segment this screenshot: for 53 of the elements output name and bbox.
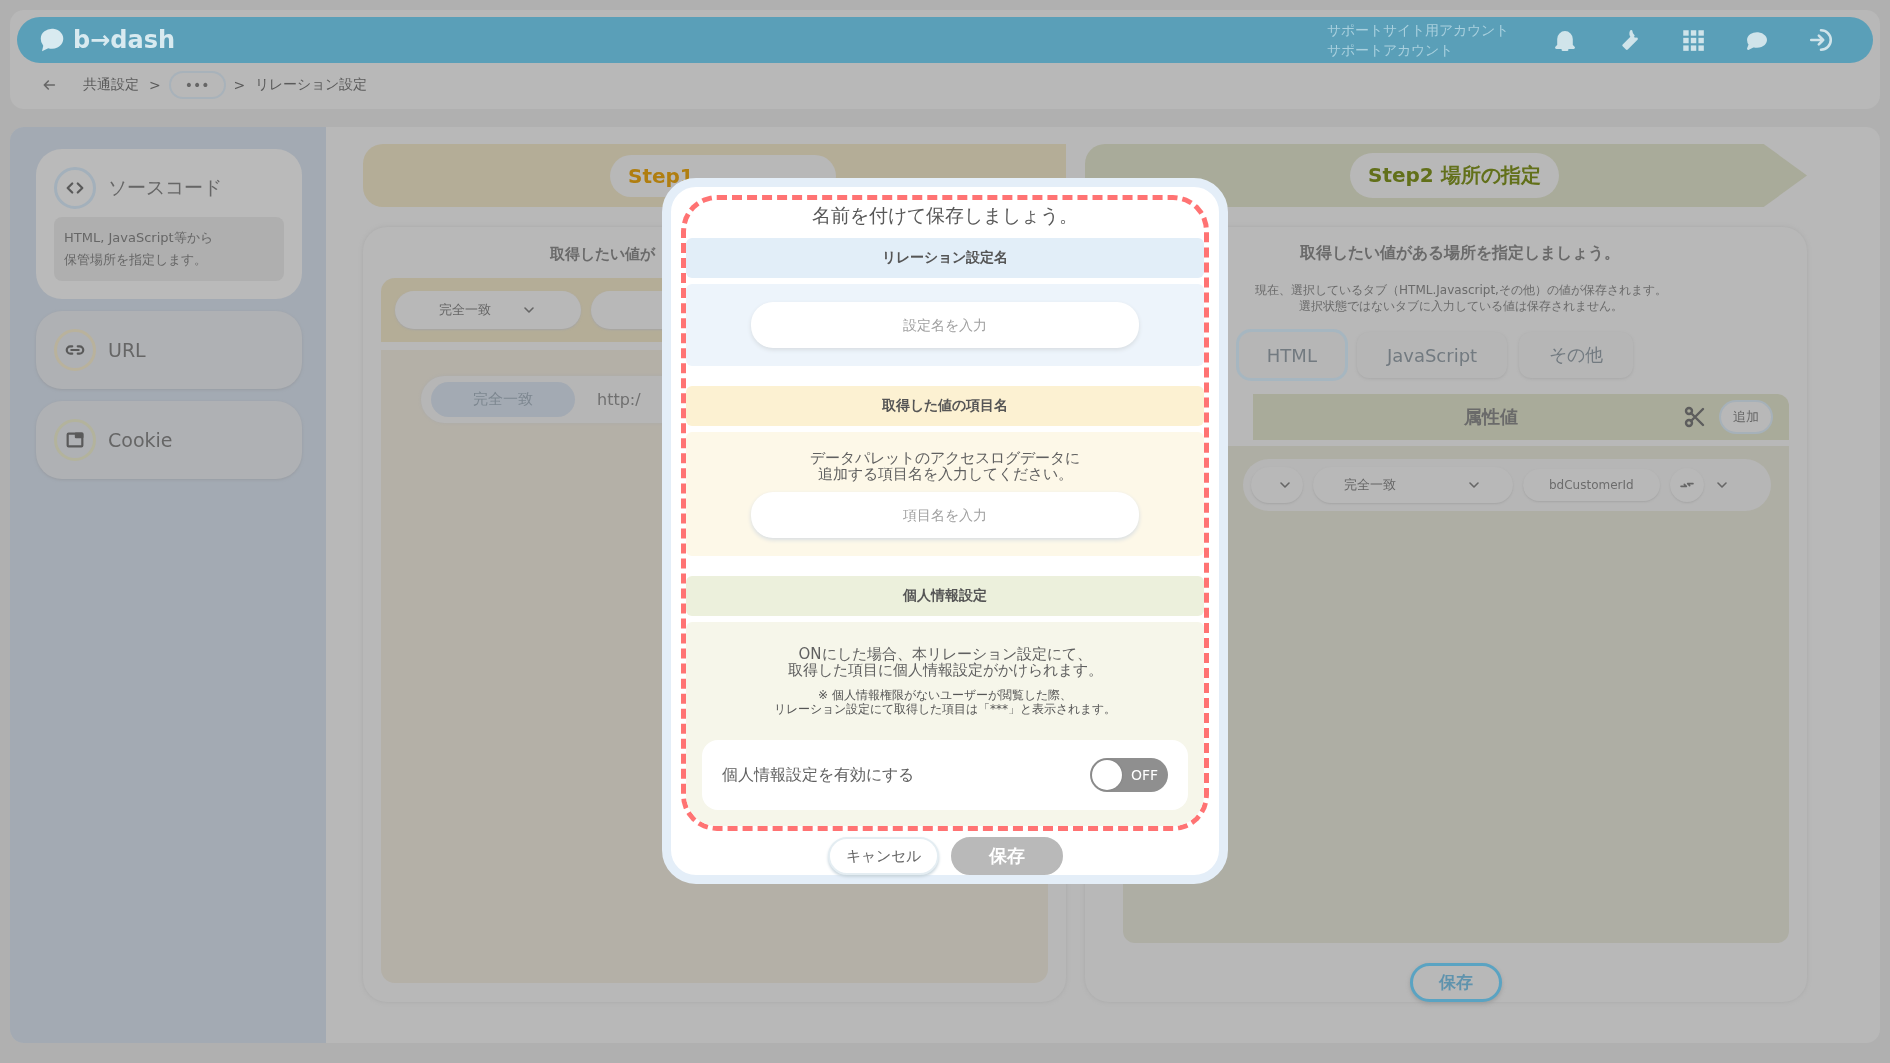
account-name: サポートアカウント: [1327, 41, 1454, 60]
description-line: 追加する項目名を入力してください。: [816, 466, 1074, 482]
toggle-label: 個人情報設定を有効にする: [722, 764, 914, 786]
note-text: 選択状態ではないタブに入力している値は保存されません。: [1298, 298, 1624, 314]
description-line: ONにした場合、本リレーション設定にて、: [797, 646, 1093, 662]
back-arrow-icon: [41, 77, 57, 93]
tab[interactable]: HTML: [1238, 332, 1345, 378]
input-field[interactable]: 設定名を入力: [751, 302, 1139, 348]
sidebar-item[interactable]: ソースコード HTML, JavaScript等から 保管場所を指定します。: [36, 149, 302, 299]
attribute-title: 属性値: [1463, 405, 1519, 429]
section-heading: 取得した値の項目名: [686, 386, 1204, 426]
url-text: http:/: [597, 390, 641, 409]
sidebar-label: ソースコード: [108, 175, 222, 200]
dialog-title: 名前を付けて保存しましょう。: [811, 203, 1079, 228]
window-icon: [64, 429, 86, 451]
select-field[interactable]: [1251, 467, 1303, 503]
sidebar-label: Cookie: [108, 429, 173, 451]
more-button[interactable]: •••: [170, 73, 224, 97]
grid-icon: [1680, 27, 1706, 53]
scissors-icon: [1683, 405, 1707, 429]
add-button[interactable]: 追加: [1721, 402, 1771, 432]
sidebar-label: URL: [108, 339, 146, 361]
tab[interactable]: JavaScript: [1356, 332, 1508, 378]
breadcrumb-separator: >: [149, 77, 161, 93]
save-button[interactable]: 保存: [1410, 963, 1502, 1002]
breadcrumb-current: リレーション設定: [255, 76, 368, 94]
description-line: 取得した項目に個人情報設定がかけられます。: [787, 662, 1103, 678]
description-line: 保管場所を指定します。: [64, 251, 208, 269]
swap-button[interactable]: [1669, 468, 1704, 502]
input-field[interactable]: 項目名を入力: [751, 492, 1139, 538]
step-prompt: 取得したい値がある場所を指定しましょう。: [1300, 243, 1620, 264]
description-line: データパレットのアクセスログデータに: [810, 450, 1080, 466]
logo[interactable]: b→dash: [73, 26, 176, 54]
toggle-switch[interactable]: OFF: [1090, 758, 1168, 792]
breadcrumb-link[interactable]: 共通設定: [83, 76, 139, 94]
step-prompt: 取得したい値が: [549, 245, 655, 264]
sidebar-item[interactable]: Cookie: [36, 401, 302, 479]
tab[interactable]: その他: [1519, 332, 1634, 378]
account-name: サポートサイト用アカウント: [1327, 21, 1509, 40]
note-line: リレーション設定にて取得した項目は「***」と表示されます。: [774, 702, 1116, 716]
breadcrumb-separator: >: [233, 77, 246, 93]
scissors-button[interactable]: [1683, 405, 1707, 429]
section-heading: リレーション設定名: [686, 238, 1204, 278]
sidebar-item[interactable]: URL: [36, 311, 302, 389]
logout-icon: [1808, 27, 1834, 53]
value-field[interactable]: bdCustomerId: [1523, 469, 1660, 501]
note-text: 現在、選択しているタブ（HTML.Javascript,その他）の値が保存されます。: [1255, 282, 1667, 298]
back-button[interactable]: [41, 77, 57, 93]
description-line: HTML, JavaScript等から: [64, 229, 214, 247]
note-line: ※ 個人情報権限がないユーザーが閲覧した際、: [817, 688, 1073, 702]
step-title: Step2 場所の指定: [1350, 153, 1559, 198]
section-heading: 個人情報設定: [686, 576, 1204, 616]
cancel-button[interactable]: キャンセル: [827, 837, 939, 875]
